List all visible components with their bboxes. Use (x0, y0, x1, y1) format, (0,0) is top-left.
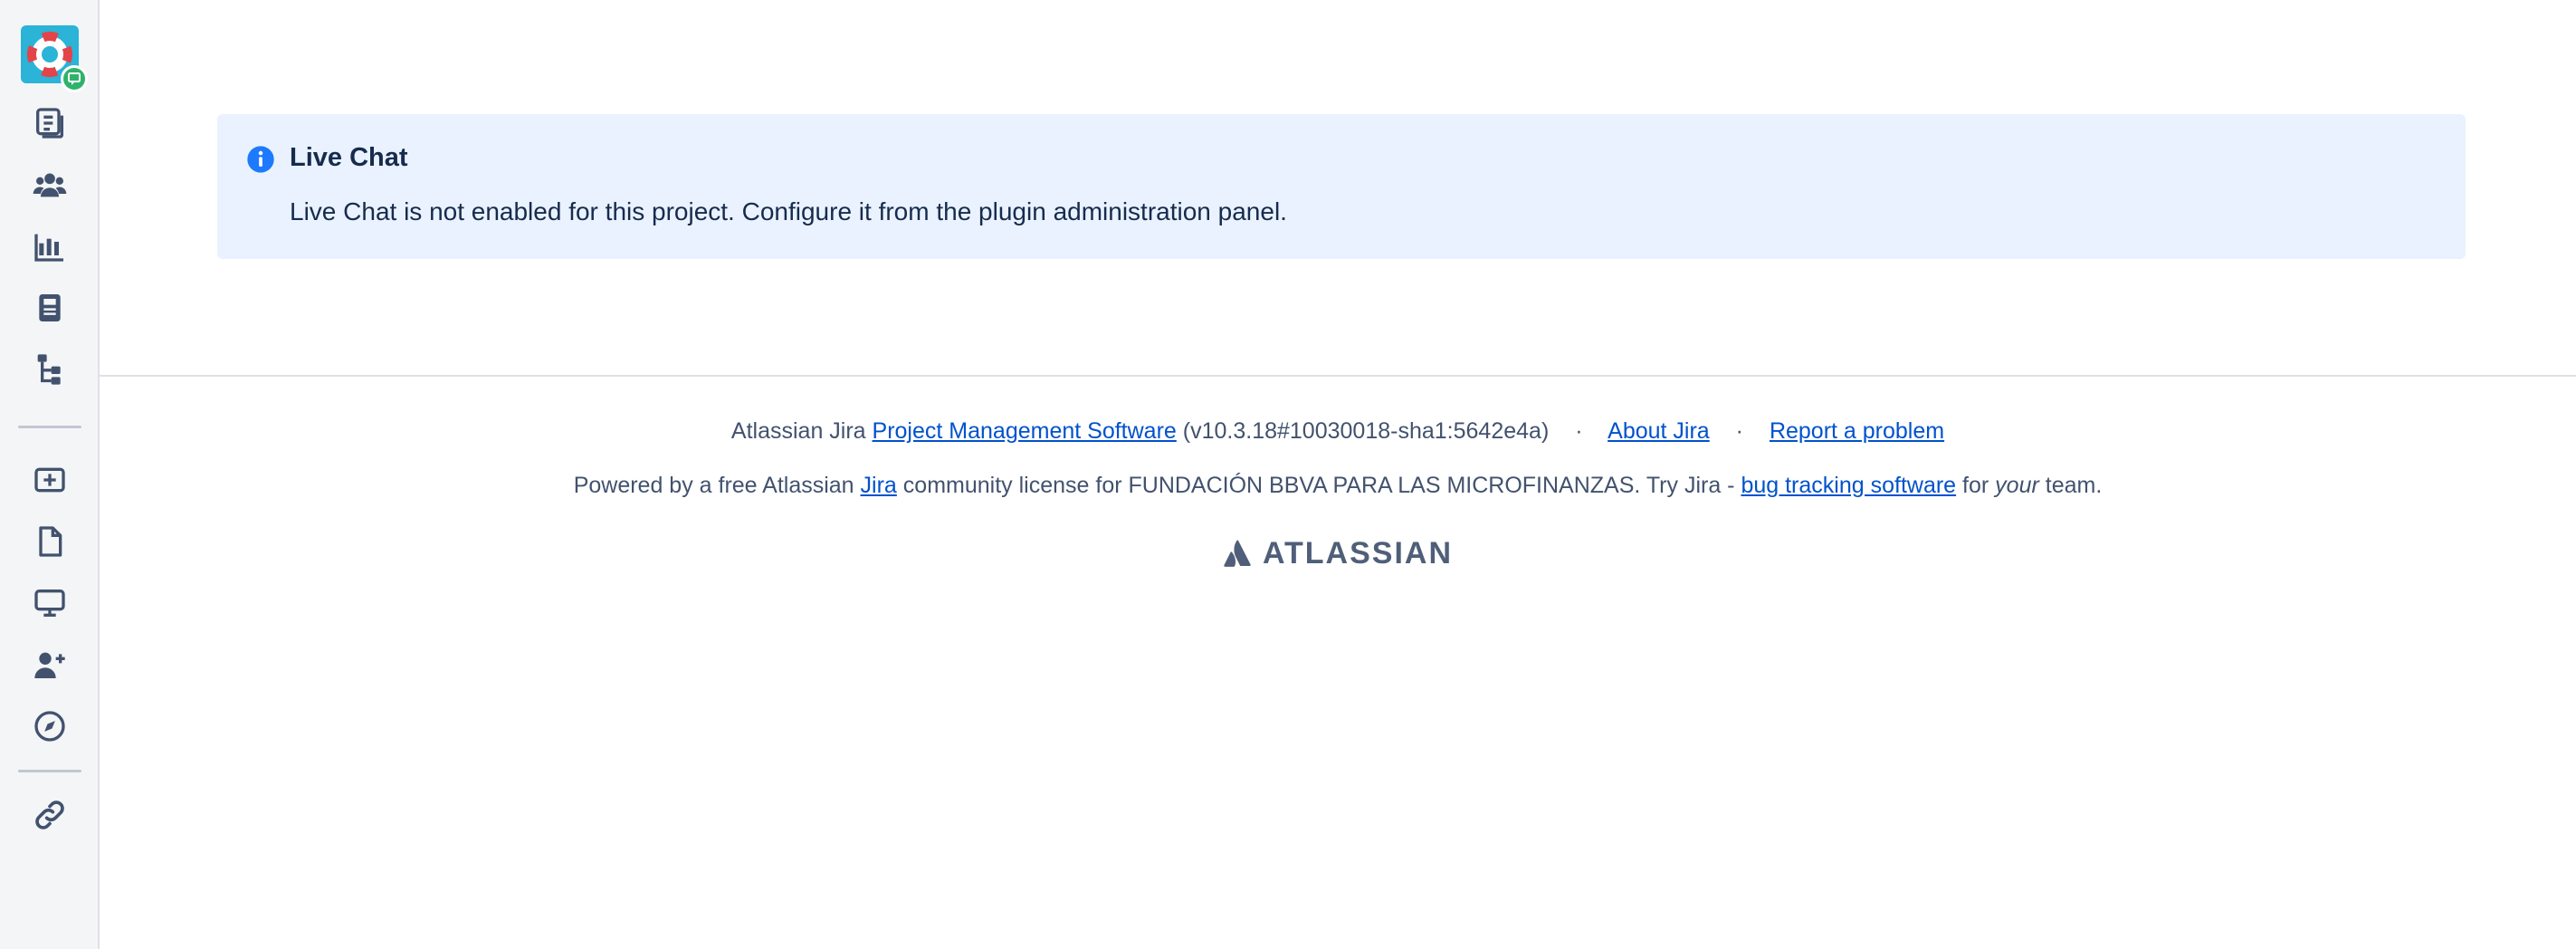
link-icon[interactable] (28, 793, 72, 837)
monitor-icon[interactable] (28, 581, 72, 625)
footer-version: (v10.3.18#10030018-sha1:5642e4a) (1182, 418, 1550, 444)
sidebar-divider (18, 426, 81, 428)
project-management-software-link[interactable]: Project Management Software (873, 418, 1177, 444)
reports-icon[interactable] (28, 225, 72, 268)
bug-tracking-software-link[interactable]: bug tracking software (1741, 473, 1956, 498)
queues-icon[interactable] (28, 101, 72, 145)
atlassian-mark-icon (1224, 540, 1251, 567)
license-prefix: Powered by a free Atlassian (573, 473, 854, 498)
footer-version-line: Atlassian Jira Project Management Softwa… (100, 417, 2576, 446)
atlassian-logo: ATLASSIAN (100, 536, 2576, 570)
message-title: Live Chat (290, 143, 408, 172)
customers-icon[interactable] (28, 163, 72, 206)
sidebar-divider (18, 770, 81, 772)
report-problem-link[interactable]: Report a problem (1770, 418, 1944, 444)
page-icon[interactable] (28, 520, 72, 563)
jira-link[interactable]: Jira (861, 473, 897, 498)
raise-request-icon[interactable] (28, 458, 72, 502)
message-body: Live Chat is not enabled for this projec… (290, 197, 1287, 225)
info-icon (247, 146, 274, 173)
footer-separator: · (1575, 418, 1583, 444)
compass-icon[interactable] (28, 705, 72, 748)
add-user-icon[interactable] (28, 643, 72, 686)
service-hierarchy-icon[interactable] (28, 348, 72, 391)
footer-license-line: Powered by a free Atlassian Jira communi… (100, 471, 2576, 500)
sidebar (0, 0, 100, 949)
license-middle: community license for FUNDACIÓN BBVA PAR… (902, 473, 1735, 498)
license-for: for (1962, 473, 1989, 498)
about-jira-link[interactable]: About Jira (1608, 418, 1710, 444)
chat-badge-icon (61, 65, 88, 92)
knowledge-base-icon[interactable] (28, 286, 72, 330)
main-content: Live Chat Live Chat is not enabled for t… (100, 0, 2576, 949)
footer-prefix: Atlassian Jira (730, 418, 866, 444)
atlassian-wordmark: ATLASSIAN (1262, 536, 1454, 570)
license-suffix: team. (2045, 473, 2103, 498)
info-message: Live Chat Live Chat is not enabled for t… (217, 114, 2466, 259)
app-window: Live Chat Live Chat is not enabled for t… (0, 0, 2576, 949)
footer-divider (100, 375, 2576, 377)
project-avatar[interactable] (21, 25, 88, 92)
license-your: your (1995, 473, 2039, 498)
footer-separator: · (1735, 418, 1743, 444)
